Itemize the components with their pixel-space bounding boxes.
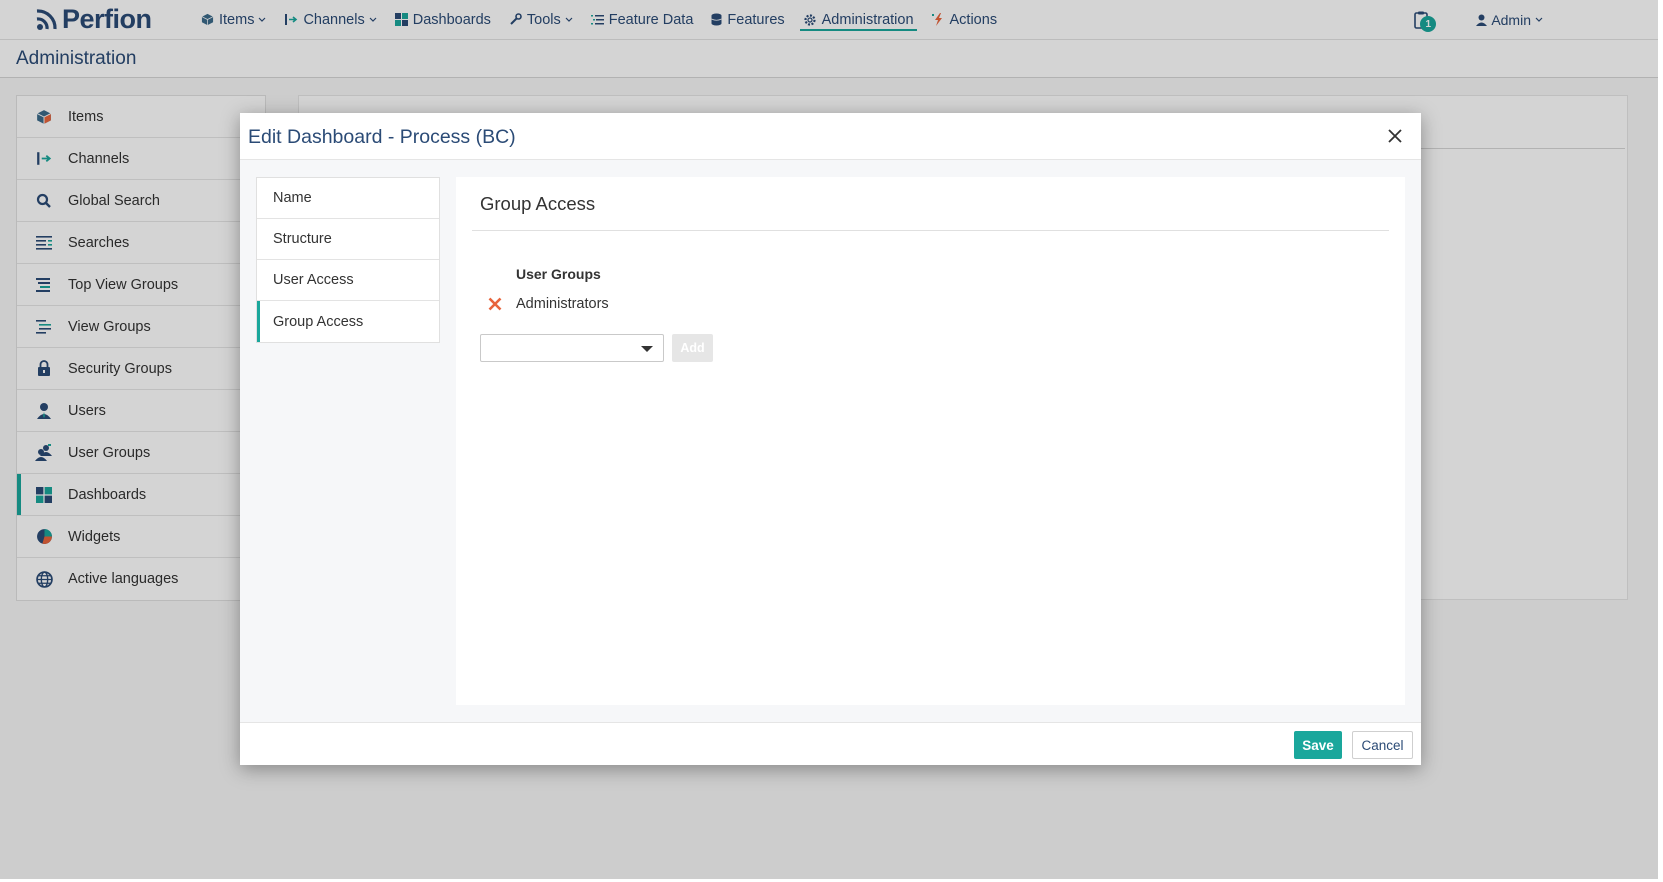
panel-divider: [472, 230, 1389, 231]
dialog-tabs: Name Structure User Access Group Access: [256, 177, 440, 343]
tab-name[interactable]: Name: [257, 178, 439, 219]
group-access-panel: Group Access User Groups Administrators …: [456, 177, 1405, 705]
panel-title: Group Access: [480, 193, 596, 214]
tab-group-access[interactable]: Group Access: [257, 301, 439, 342]
dialog-footer: Save Cancel: [240, 722, 1421, 765]
window-edge: [1658, 0, 1663, 882]
tab-user-access[interactable]: User Access: [257, 260, 439, 301]
close-icon: [1388, 129, 1402, 143]
dialog-header: Edit Dashboard - Process (BC): [240, 113, 1421, 160]
close-button[interactable]: [1385, 126, 1405, 146]
user-groups-header: User Groups: [516, 266, 601, 282]
remove-group-button[interactable]: [486, 295, 504, 313]
caret-down-icon: [641, 346, 653, 352]
dialog-body: Name Structure User Access Group Access …: [240, 160, 1421, 722]
cancel-button[interactable]: Cancel: [1352, 731, 1413, 759]
edit-dashboard-dialog: Edit Dashboard - Process (BC) Name Struc…: [240, 113, 1421, 765]
group-label: Administrators: [516, 296, 609, 312]
tab-structure[interactable]: Structure: [257, 219, 439, 260]
remove-icon: [488, 297, 502, 311]
dialog-title: Edit Dashboard - Process (BC): [248, 126, 516, 148]
list-item: Administrators: [486, 295, 609, 313]
save-button[interactable]: Save: [1294, 731, 1342, 759]
add-button[interactable]: Add: [672, 334, 713, 362]
user-group-select[interactable]: [480, 334, 664, 362]
